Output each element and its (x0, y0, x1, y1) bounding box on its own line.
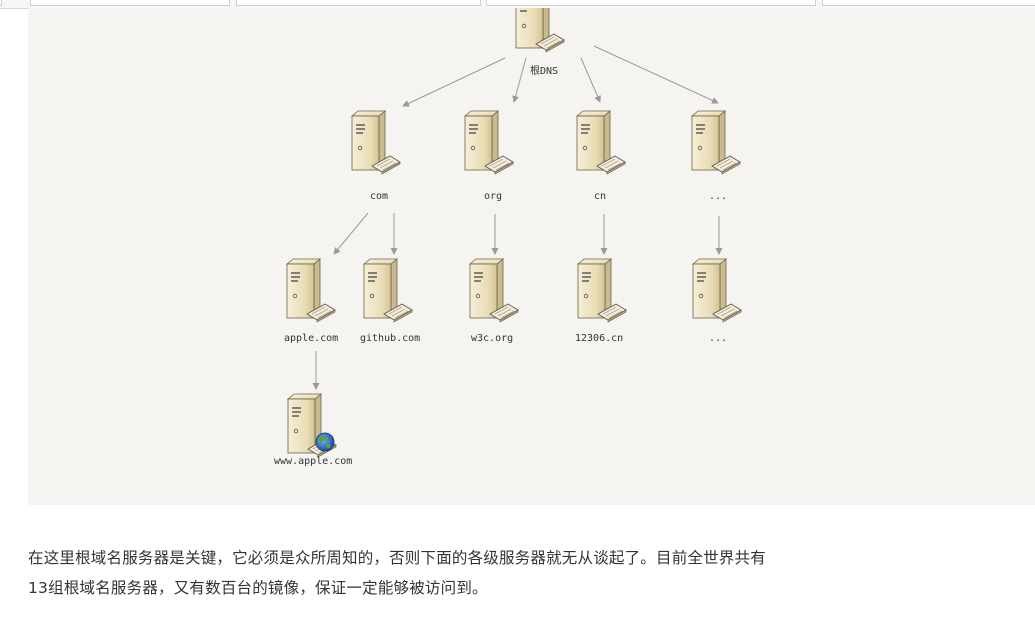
tld-other-label: ... (709, 191, 727, 202)
server-icon (464, 110, 514, 175)
body-paragraph: 在这里根域名服务器是关键，它必须是众所周知的，否则下面的各级服务器就无从谈起了。… (28, 543, 1033, 603)
tab-2[interactable] (236, 0, 481, 6)
server-icon (363, 258, 413, 323)
12306-cn-server: 12306.cn (575, 258, 627, 344)
paragraph-line-2: 13组根域名服务器，又有数百台的镜像，保证一定能够被访问到。 (28, 579, 488, 597)
github-com-server: github.com (360, 258, 420, 344)
tld-com-server: com (351, 110, 401, 202)
w3c-org-server: w3c.org (469, 258, 519, 344)
tld-org-label: org (484, 191, 502, 202)
tab-0[interactable] (0, 0, 2, 6)
dns-hierarchy-diagram: 根DNS com org cn ... apple.com github.com (274, 8, 742, 467)
apple-com-server: apple.com (284, 258, 338, 344)
tab-1[interactable] (30, 0, 230, 6)
server-icon (286, 258, 336, 323)
dns-hierarchy-figure: 根DNS com org cn ... apple.com github.com (28, 8, 1035, 505)
tld-cn-server: cn (576, 110, 626, 202)
tab-4[interactable] (822, 0, 1035, 6)
apple-com-label: apple.com (284, 333, 338, 344)
root-dns-label: 根DNS (530, 64, 558, 77)
paragraph-line-1: 在这里根域名服务器是关键，它必须是众所周知的，否则下面的各级服务器就无从谈起了。… (28, 549, 766, 567)
server-icon (351, 110, 401, 175)
second-level-other-label: ... (709, 333, 727, 344)
tld-other-server: ... (691, 110, 741, 202)
server-icon (692, 258, 742, 323)
server-icon (691, 110, 741, 175)
www-apple-com-server: www.apple.com (274, 393, 352, 467)
tld-com-label: com (370, 191, 388, 202)
server-icon (515, 8, 565, 53)
tld-cn-label: cn (594, 191, 606, 202)
github-com-label: github.com (360, 333, 420, 344)
tld-org-server: org (464, 110, 514, 202)
tab-3[interactable] (486, 0, 816, 6)
server-icon (577, 258, 627, 323)
globe-icon (315, 432, 335, 452)
w3c-org-label: w3c.org (471, 333, 513, 344)
server-icon (576, 110, 626, 175)
second-level-other-server: ... (692, 258, 742, 344)
www-apple-com-label: www.apple.com (274, 456, 352, 467)
server-icon (469, 258, 519, 323)
12306-cn-label: 12306.cn (575, 333, 623, 344)
